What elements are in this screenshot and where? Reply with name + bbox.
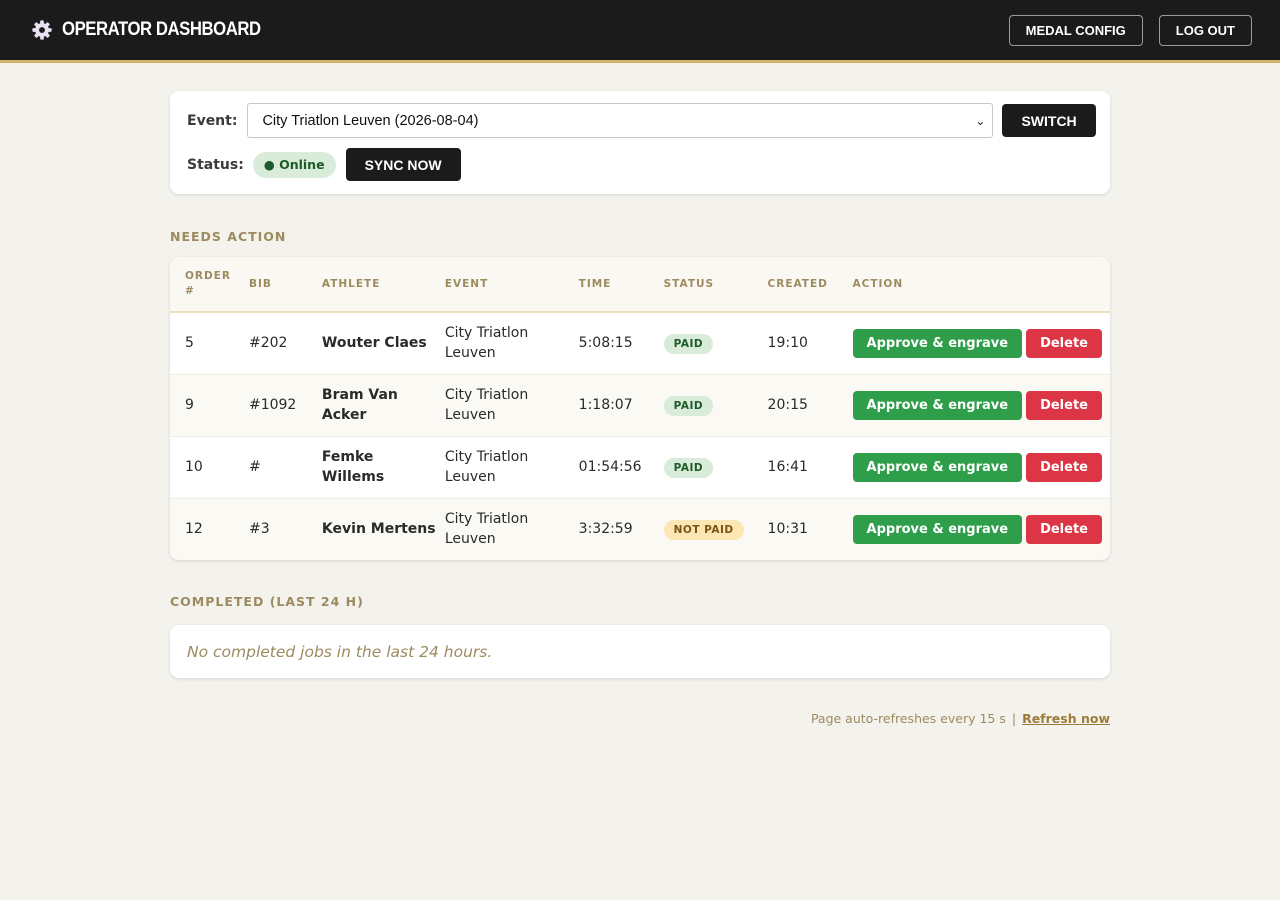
athlete-cell: Wouter Claes (321, 312, 445, 375)
needs-action-table: ORDER # BIB ATHLETE EVENT TIME STATUS CR… (170, 257, 1110, 560)
approve-engrave-button[interactable]: Approve & engrave (852, 328, 1023, 358)
action-cell: Approve & engrave Delete (852, 498, 1110, 560)
event-select[interactable]: City Triatlon Leuven (2026-08-04) ⌄ (247, 103, 994, 138)
page-footer: Page auto-refreshes every 15 s | Refresh n… (170, 711, 1110, 726)
event-row: Event: City Triatlon Leuven (2026-08-04)… (187, 103, 1096, 138)
auto-refresh-text: Page auto-refreshes every 15 s (810, 711, 1006, 726)
athlete-cell: Kevin Mertens (321, 498, 445, 560)
status-badge: NOT PAID (663, 519, 744, 540)
sync-now-button[interactable]: SYNC NOW (345, 148, 461, 181)
created-cell: 16:41 (767, 436, 853, 499)
action-cell: Approve & engrave Delete (852, 312, 1110, 375)
table-row: 9 #1092 Bram Van Acker City Triatlon Leu… (170, 374, 1110, 437)
event-cell: City Triatlon Leuven (444, 436, 579, 499)
switch-button[interactable]: SWITCH (1002, 104, 1096, 137)
status-cell: NOT PAID (663, 498, 768, 560)
approve-engrave-button[interactable]: Approve & engrave (852, 514, 1023, 544)
event-label: Event: (187, 112, 238, 129)
time-cell: 3:32:59 (578, 498, 664, 560)
status-cell: PAID (663, 374, 768, 437)
delete-button[interactable]: Delete (1026, 514, 1102, 544)
status-row: Status: ● Online SYNC NOW (187, 148, 1092, 181)
athlete-cell: Femke Willems (321, 436, 445, 499)
status-cell: PAID (663, 436, 768, 499)
athlete-cell: Bram Van Acker (321, 374, 445, 437)
column-header-order: ORDER # (170, 257, 249, 313)
top-actions: MEDAL CONFIG LOG OUT (1008, 14, 1252, 46)
delete-button[interactable]: Delete (1026, 390, 1102, 420)
main-content: Event: City Triatlon Leuven (2026-08-04)… (170, 91, 1110, 726)
top-bar: OPERATOR DASHBOARD MEDAL CONFIG LOG OUT (0, 0, 1280, 63)
status-label: Status: (187, 156, 244, 173)
chevron-down-icon: ⌄ (975, 113, 986, 128)
table-row: 5 #202 Wouter Claes City Triatlon Leuven… (170, 312, 1110, 375)
column-header-status: STATUS (663, 257, 768, 313)
completed-empty-state: No completed jobs in the last 24 hours. (170, 625, 1110, 678)
medal-config-button[interactable]: MEDAL CONFIG (1008, 14, 1143, 46)
status-badge: ● Online (252, 151, 336, 178)
bib-cell: #3 (248, 498, 322, 560)
table-row: 10 # Femke Willems City Triatlon Leuven … (170, 436, 1110, 499)
event-cell: City Triatlon Leuven (444, 498, 579, 560)
completed-title: COMPLETED (LAST 24 H) (170, 594, 364, 609)
event-cell: City Triatlon Leuven (444, 374, 579, 437)
event-cell: City Triatlon Leuven (444, 312, 579, 375)
approve-engrave-button[interactable]: Approve & engrave (852, 452, 1023, 482)
order-cell: 9 (170, 374, 249, 437)
order-cell: 10 (170, 436, 249, 499)
time-cell: 5:08:15 (578, 312, 664, 375)
table-header: ORDER # BIB ATHLETE EVENT TIME STATUS CR… (170, 257, 1110, 313)
bib-cell: #1092 (248, 374, 322, 437)
event-panel: Event: City Triatlon Leuven (2026-08-04)… (170, 91, 1110, 194)
approve-engrave-button[interactable]: Approve & engrave (852, 390, 1023, 420)
action-cell: Approve & engrave Delete (852, 374, 1110, 437)
column-header-event: EVENT (444, 257, 579, 313)
brand: OPERATOR DASHBOARD (31, 19, 288, 41)
bib-cell: # (248, 436, 322, 499)
refresh-now-link[interactable]: Refresh now (1022, 711, 1110, 726)
status-badge: PAID (663, 395, 714, 416)
column-header-athlete: ATHLETE (321, 257, 445, 313)
footer-separator: | (1011, 711, 1017, 726)
event-select-value: City Triatlon Leuven (2026-08-04) (262, 112, 479, 129)
column-header-created: CREATED (767, 257, 853, 313)
logout-button[interactable]: LOG OUT (1158, 14, 1252, 46)
empty-state-text: No completed jobs in the last 24 hours. (187, 642, 493, 661)
order-cell: 5 (170, 312, 249, 375)
time-cell: 01:54:56 (578, 436, 664, 499)
created-cell: 10:31 (767, 498, 853, 560)
needs-action-table-card: ORDER # BIB ATHLETE EVENT TIME STATUS CR… (170, 257, 1110, 560)
table-body: 5 #202 Wouter Claes City Triatlon Leuven… (170, 312, 1110, 560)
order-cell: 12 (170, 498, 249, 560)
table-row: 12 #3 Kevin Mertens City Triatlon Leuven… (170, 498, 1110, 560)
created-cell: 19:10 (767, 312, 853, 375)
time-cell: 1:18:07 (578, 374, 664, 437)
column-header-bib: BIB (248, 257, 322, 313)
needs-action-title: NEEDS ACTION (170, 229, 287, 244)
action-cell: Approve & engrave Delete (852, 436, 1110, 499)
column-header-action: ACTION (852, 257, 1110, 313)
bib-cell: #202 (248, 312, 322, 375)
delete-button[interactable]: Delete (1026, 328, 1102, 358)
app-title: OPERATOR DASHBOARD (62, 19, 261, 40)
status-badge: PAID (663, 333, 714, 354)
status-badge: PAID (663, 457, 714, 478)
status-cell: PAID (663, 312, 768, 375)
delete-button[interactable]: Delete (1026, 452, 1102, 482)
column-header-time: TIME (578, 257, 664, 313)
created-cell: 20:15 (767, 374, 853, 437)
gear-icon (31, 19, 53, 41)
